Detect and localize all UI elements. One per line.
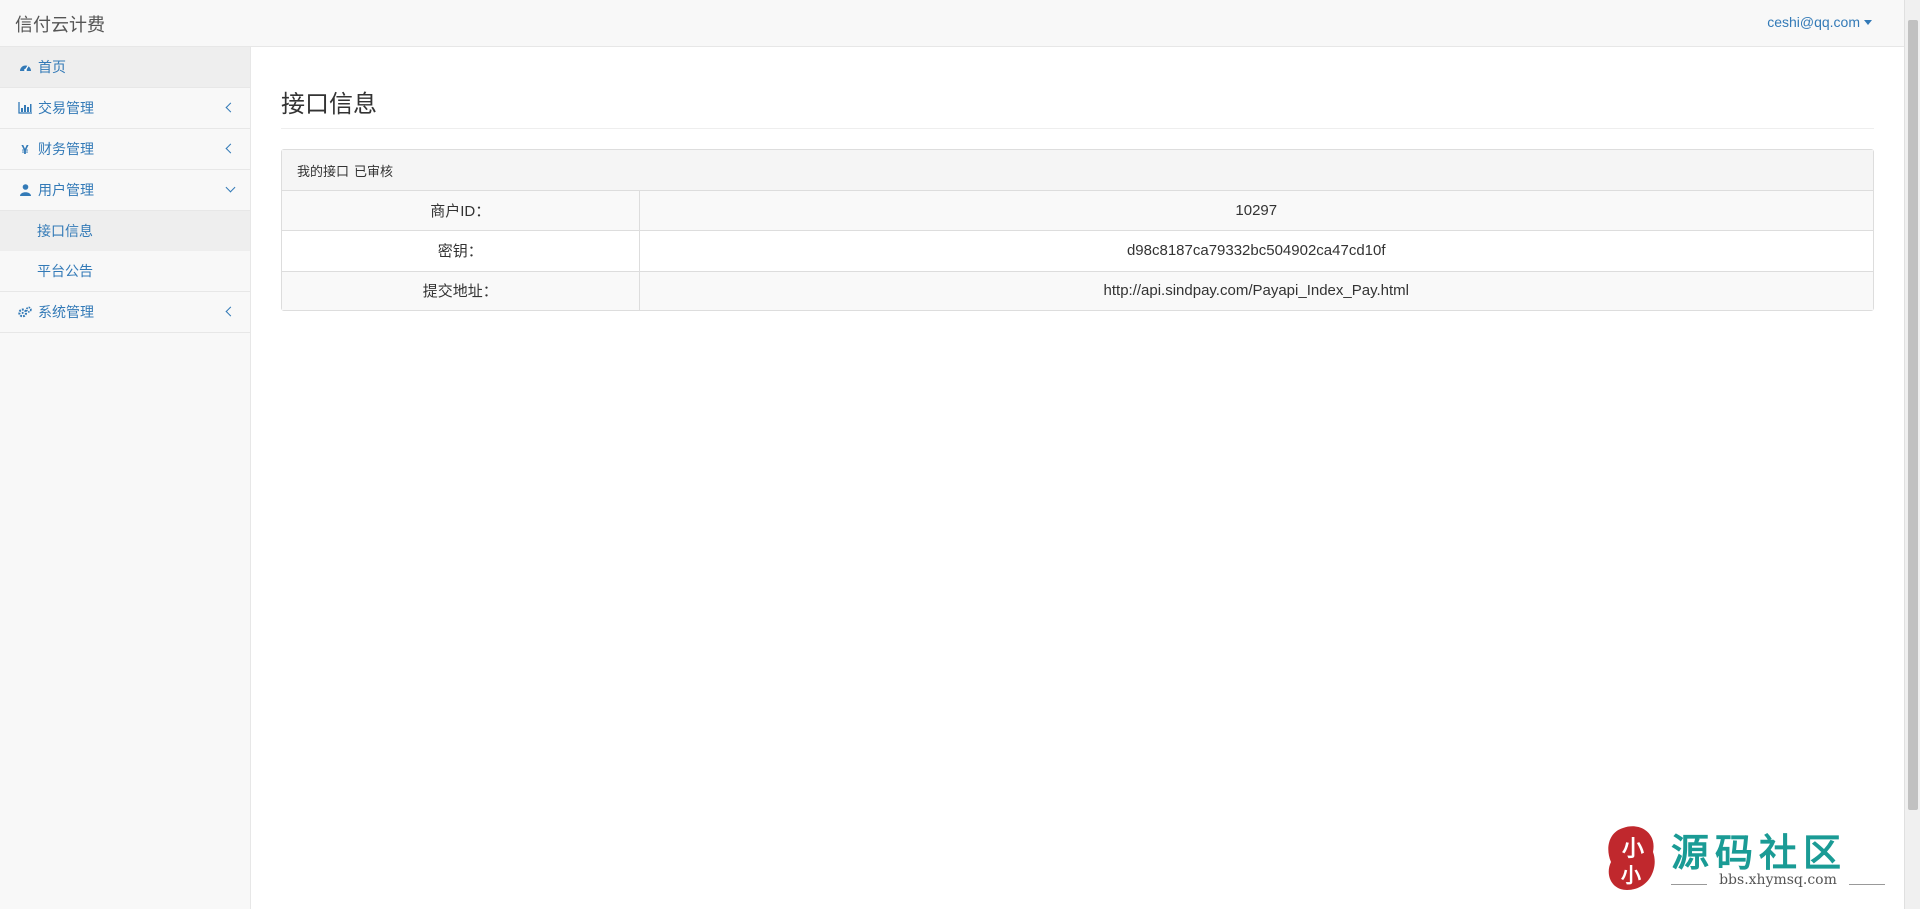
vertical-scrollbar[interactable] — [1904, 0, 1920, 909]
panel-heading-title: 我的接口 — [297, 163, 350, 179]
table-row: 商户ID： 10297 — [282, 191, 1873, 231]
dashboard-icon — [18, 60, 32, 74]
merchant-id-value: 10297 — [639, 191, 1873, 231]
review-status-text: 已审核 — [354, 163, 394, 179]
svg-text:小: 小 — [1621, 863, 1641, 887]
watermark-seal-logo: 小 小 — [1608, 826, 1655, 890]
app-root: 信付云计费 ceshi@qq.com 首页 交易管理 ¥ 财务管理 用户管理 接… — [0, 0, 1920, 909]
svg-text:小: 小 — [1622, 836, 1644, 862]
sidebar-item-finance[interactable]: ¥ 财务管理 — [0, 129, 250, 170]
user-email: ceshi@qq.com — [1767, 14, 1860, 30]
sidebar-item-system[interactable]: 系统管理 — [0, 292, 250, 333]
gears-icon — [18, 305, 32, 319]
watermark-rule-right — [1849, 884, 1885, 885]
site-watermark: 小 小 源码社区 bbs.xhymsq.com — [1605, 822, 1885, 902]
chevron-left-icon — [225, 143, 236, 154]
secret-key-value: d98c8187ca79332bc504902ca47cd10f — [639, 230, 1873, 272]
sidebar-submenu-users: 接口信息 平台公告 — [0, 211, 250, 292]
brand-title[interactable]: 信付云计费 — [15, 11, 105, 37]
sidebar-item-transactions[interactable]: 交易管理 — [0, 88, 250, 129]
user-icon — [18, 183, 32, 197]
panel-heading: 我的接口 已审核 — [282, 150, 1873, 191]
table-row: 提交地址： http://api.sindpay.com/Payapi_Inde… — [282, 271, 1873, 310]
table-row: 密钥： d98c8187ca79332bc504902ca47cd10f — [282, 230, 1873, 272]
sidebar-item-label: 系统管理 — [38, 304, 94, 320]
bar-chart-icon — [18, 101, 32, 115]
chevron-left-icon — [225, 306, 236, 317]
page-header: 接口信息 — [281, 84, 1874, 129]
sidebar-item-users[interactable]: 用户管理 — [0, 170, 250, 211]
watermark-title: 源码社区 — [1671, 830, 1848, 875]
api-info-panel: 我的接口 已审核 商户ID： 10297 密钥： d98c8187ca79332… — [281, 149, 1874, 311]
chevron-left-icon — [225, 102, 236, 113]
chevron-down-icon — [225, 182, 236, 193]
watermark-url: bbs.xhymsq.com — [1719, 872, 1837, 888]
sidebar: 首页 交易管理 ¥ 财务管理 用户管理 接口信息 平台公告 系统管理 — [0, 47, 251, 909]
api-info-table: 商户ID： 10297 密钥： d98c8187ca79332bc504902c… — [282, 191, 1873, 310]
caret-down-icon — [1864, 19, 1872, 25]
sidebar-item-label: 交易管理 — [38, 100, 94, 116]
sidebar-subitem-announcements[interactable]: 平台公告 — [0, 251, 250, 291]
submit-url-value: http://api.sindpay.com/Payapi_Index_Pay.… — [639, 271, 1873, 310]
merchant-id-label: 商户ID： — [282, 191, 640, 231]
yen-icon: ¥ — [21, 141, 29, 157]
scrollbar-thumb[interactable] — [1908, 20, 1918, 810]
page-title: 接口信息 — [281, 91, 377, 118]
sidebar-subitem-api-info[interactable]: 接口信息 — [0, 211, 250, 251]
secret-key-label: 密钥： — [282, 230, 640, 272]
top-navbar: 信付云计费 ceshi@qq.com — [0, 0, 1904, 47]
sidebar-item-label: 财务管理 — [38, 141, 94, 157]
main-content: 接口信息 我的接口 已审核 商户ID： 10297 密钥： d98c8187ca… — [281, 47, 1874, 311]
submit-url-label: 提交地址： — [282, 271, 640, 310]
sidebar-item-home[interactable]: 首页 — [0, 47, 250, 88]
user-menu-dropdown[interactable]: ceshi@qq.com — [1767, 14, 1872, 30]
sidebar-item-label: 首页 — [38, 59, 66, 75]
sidebar-item-label: 用户管理 — [38, 182, 94, 198]
